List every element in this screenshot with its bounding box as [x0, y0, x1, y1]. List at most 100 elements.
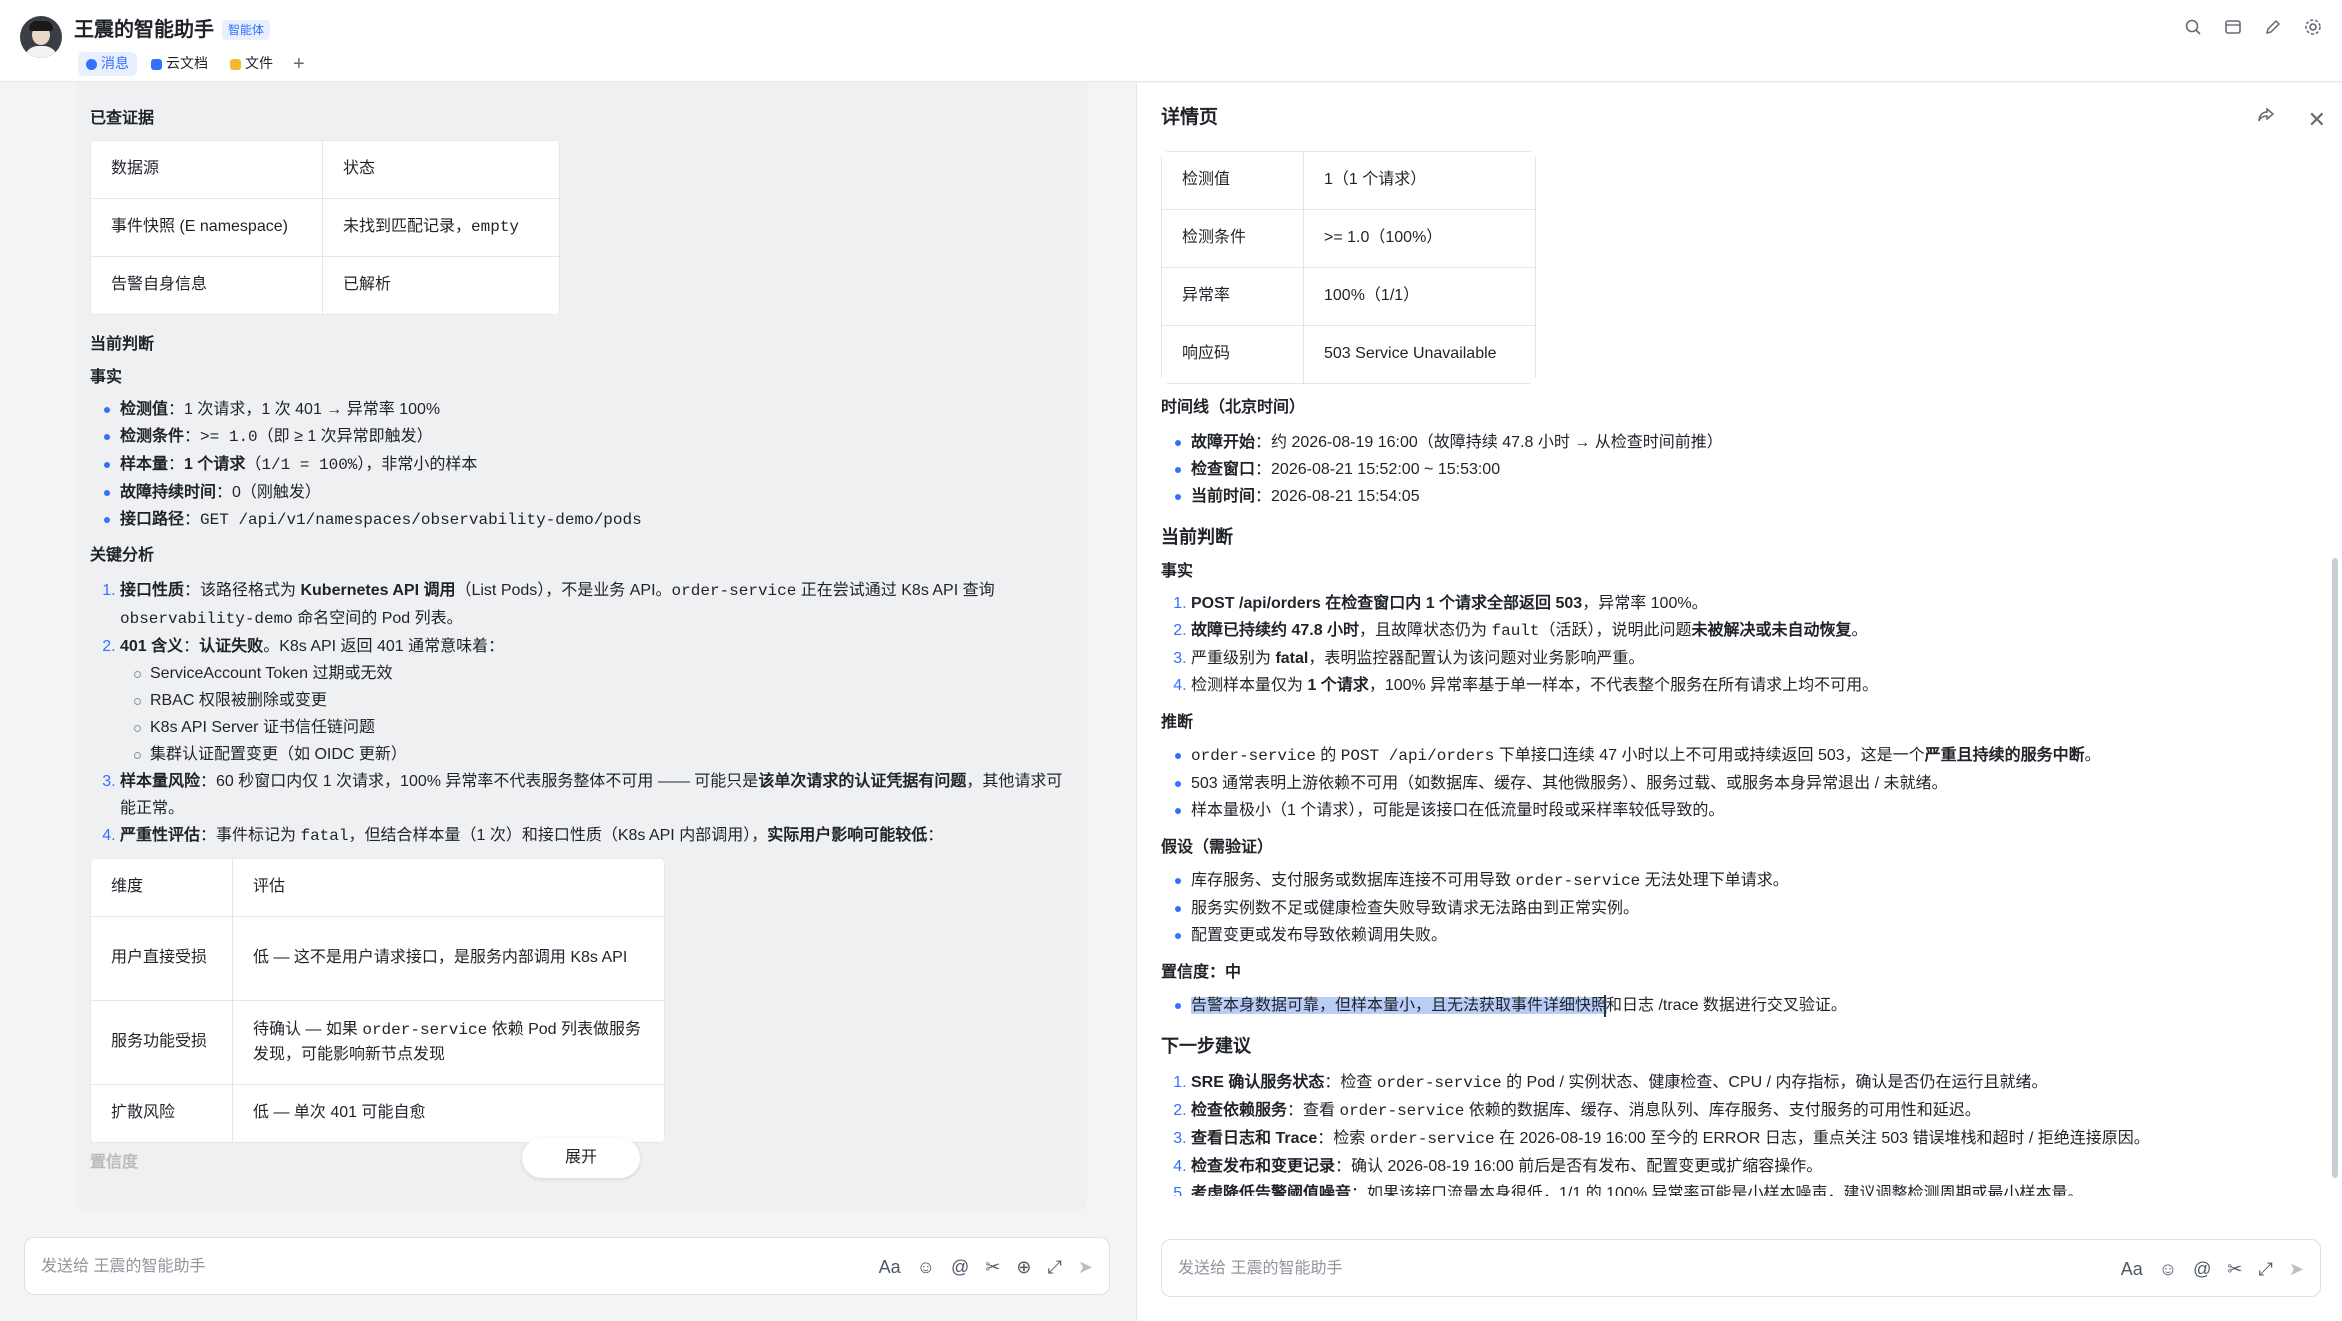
timeline-title: 时间线（北京时间） — [1161, 399, 1306, 416]
table-header-cell: 状态 — [322, 139, 560, 199]
table-header-cell: 数据源 — [90, 139, 323, 199]
tab-messages-label: 消息 — [101, 55, 129, 72]
emoji-icon[interactable]: ☺ — [2159, 1256, 2177, 1284]
detail-facts-list: POST /api/orders 在检查窗口内 1 个请求全部返回 503，异常… — [1161, 590, 2301, 699]
table-row: 服务功能受损 待确认 — 如果 order-service 依赖 Pod 列表做… — [90, 1000, 665, 1086]
detail-panel: 详情页 ✕ 检测值 1（1 个请求） 检测条件 >= 1.0（100%） 异常率 10… — [1136, 83, 2342, 1321]
composer-placeholder: 发送给 王震的智能助手 — [41, 1258, 206, 1275]
expand-icon[interactable]: ⤢ — [2259, 1256, 2273, 1284]
cell-text: 未找到匹配记录， — [343, 217, 472, 235]
table-cell: 事件快照 (E namespace) — [90, 197, 323, 257]
detail-title: 详情页 — [1161, 107, 1219, 128]
metric-table: 检测值 1（1 个请求） 检测条件 >= 1.0（100%） 异常率 100%（1/1… — [1161, 151, 1536, 384]
add-tab-button[interactable]: + — [287, 52, 311, 76]
table-cell: 503 Service Unavailable — [1303, 325, 1536, 384]
bot-message-card: 已查证据 数据源 状态 事件快照 (E namespace) 未找到匹配记录，e… — [76, 83, 1087, 1211]
detail-message-composer[interactable]: 发送给 王震的智能助手 Aa ☺ @ ✂ ⤢ ➤ — [1161, 1239, 2321, 1297]
list-item: SRE 确认服务状态：检查 order-service 的 Pod / 实例状态… — [1191, 1069, 2301, 1097]
folder-icon — [230, 58, 241, 70]
table-row: 事件快照 (E namespace) 未找到匹配记录，empty — [90, 197, 560, 257]
list-item: 检查发布和变更记录：确认 2026-08-19 16:00 前后是否有发布、配置… — [1191, 1153, 2301, 1180]
search-icon[interactable] — [2182, 16, 2204, 38]
edit-icon[interactable] — [2262, 16, 2284, 38]
table-cell: 扩散风险 — [90, 1084, 233, 1144]
tab-cloud-docs-label: 云文档 — [166, 55, 208, 72]
share-icon[interactable] — [2256, 105, 2276, 134]
composer-placeholder: 发送给 王震的智能助手 — [1178, 1260, 1343, 1277]
scissors-icon[interactable]: ✂ — [985, 1254, 1000, 1282]
table-row: 用户直接受损 低 — 这不是用户请求接口，是服务内部调用 K8s API — [90, 916, 665, 1002]
evidence-table: 数据源 状态 事件快照 (E namespace) 未找到匹配记录，empty … — [90, 139, 560, 315]
list-item: 考虑降低告警阈值噪音：如果该接口流量本身很低，1/1 的 100% 异常率可能是… — [1191, 1180, 2301, 1196]
table-row: 检测条件 >= 1.0（100%） — [1161, 209, 1536, 268]
table-cell: 服务功能受损 — [90, 1000, 233, 1086]
expand-icon[interactable]: ⤢ — [1048, 1254, 1062, 1282]
emoji-icon[interactable]: ☺ — [917, 1254, 935, 1282]
faded-confidence-label: 置信度 — [90, 1154, 139, 1171]
list-item: 查看日志和 Trace：检索 order-service 在 2026-08-1… — [1191, 1125, 2301, 1153]
table-cell: 低 — 单次 401 可能自愈 — [232, 1084, 665, 1144]
top-header: 王震的智能助手 智能体 消息 云文档 文件 + — [0, 0, 2342, 82]
inference-list: order-service 的 POST /api/orders 下单接口连续 … — [1161, 742, 2301, 824]
list-item: ServiceAccount Token 过期或无效 — [134, 660, 1073, 687]
table-cell: 已解析 — [322, 255, 560, 315]
table-row: 扩散风险 低 — 单次 401 可能自愈 — [90, 1084, 665, 1144]
list-item: 接口性质：该路径格式为 Kubernetes API 调用（List Pods）… — [120, 577, 1073, 633]
list-item: 503 通常表明上游依赖不可用（如数据库、缓存、其他微服务）、服务过载、或服务本… — [1175, 770, 2301, 797]
table-cell: 告警自身信息 — [90, 255, 323, 315]
chat-title: 王震的智能助手 — [74, 19, 214, 41]
list-item: 集群认证配置变更（如 OIDC 更新） — [134, 741, 1073, 768]
list-item: 库存服务、支付服务或数据库连接不可用导致 order-service 无法处理下… — [1175, 867, 2301, 895]
table-cell: 异常率 — [1161, 267, 1304, 326]
list-item: K8s API Server 证书信任链问题 — [134, 714, 1073, 741]
send-icon[interactable]: ➤ — [1078, 1254, 1093, 1282]
list-item: 接口路径：GET /api/v1/namespaces/observabilit… — [104, 506, 1073, 534]
tab-files-label: 文件 — [245, 55, 273, 72]
message-composer[interactable]: 发送给 王震的智能助手 Aa ☺ @ ✂ ⊕ ⤢ ➤ — [24, 1237, 1110, 1295]
list-item: order-service 的 POST /api/orders 下单接口连续 … — [1175, 742, 2301, 770]
table-row: 响应码 503 Service Unavailable — [1161, 325, 1536, 384]
list-item: 检查依赖服务：查看 order-service 依赖的数据库、缓存、消息队列、库… — [1191, 1097, 2301, 1125]
hypothesis-title: 假设（需验证） — [1161, 839, 1274, 857]
avatar[interactable] — [20, 16, 62, 58]
inference-title: 推断 — [1161, 714, 1194, 732]
chat-tabs: 消息 云文档 文件 + — [78, 52, 311, 76]
list-item: 样本量：1 个请求（1/1 = 100%），非常小的样本 — [104, 451, 1073, 479]
mention-icon[interactable]: @ — [951, 1254, 969, 1282]
scissors-icon[interactable]: ✂ — [2227, 1256, 2242, 1284]
doc-icon — [151, 58, 162, 70]
window-icon[interactable] — [2222, 16, 2244, 38]
list-item: 严重性评估：事件标记为 fatal，但结合样本量（1 次）和接口性质（K8s A… — [120, 822, 1073, 850]
text-format-icon[interactable]: Aa — [2121, 1256, 2143, 1284]
list-item: 检测样本量仅为 1 个请求，100% 异常率基于单一样本，不代表整个服务在所有请… — [1191, 672, 2301, 699]
list-item: 告警本身数据可靠，但样本量小，且无法获取事件详细快照和日志 /trace 数据进… — [1175, 992, 2301, 1019]
agent-badge: 智能体 — [222, 20, 271, 40]
add-circle-icon[interactable]: ⊕ — [1016, 1254, 1031, 1282]
send-icon[interactable]: ➤ — [2289, 1256, 2304, 1284]
detail-body: 检测值 1（1 个请求） 检测条件 >= 1.0（100%） 异常率 100%（1/1… — [1161, 151, 2301, 1196]
list-item: 配置变更或发布导致依赖调用失败。 — [1175, 922, 2301, 949]
next-steps-title: 下一步建议 — [1161, 1035, 1251, 1056]
close-icon[interactable]: ✕ — [2308, 103, 2326, 137]
tab-cloud-docs[interactable]: 云文档 — [143, 52, 216, 76]
list-item: 严重级别为 fatal，表明监控器配置认为该问题对业务影响严重。 — [1191, 645, 2301, 672]
list-item: 故障已持续约 47.8 小时，且故障状态仍为 fault（活跃），说明此问题未被… — [1191, 617, 2301, 645]
table-cell: 检测条件 — [1161, 209, 1304, 268]
expand-button[interactable]: 展开 — [522, 1138, 640, 1178]
settings-icon[interactable] — [2302, 16, 2324, 38]
mention-icon[interactable]: @ — [2193, 1256, 2211, 1284]
analysis-title: 关键分析 — [90, 547, 155, 565]
detail-facts-title: 事实 — [1161, 562, 1194, 580]
list-item: 样本量极小（1 个请求），可能是该接口在低流量时段或采样率较低导致的。 — [1175, 797, 2301, 824]
table-cell: 响应码 — [1161, 325, 1304, 384]
impact-table: 维度 评估 用户直接受损 低 — 这不是用户请求接口，是服务内部调用 K8s A… — [90, 858, 665, 1144]
selected-text[interactable]: 告警本身数据可靠，但样本量小，且无法获取事件详细快照 — [1191, 996, 1608, 1014]
table-cell: 100%（1/1） — [1303, 267, 1536, 326]
facts-title: 事实 — [90, 368, 123, 386]
scrollbar[interactable] — [2332, 558, 2338, 1178]
list-item: 检测条件：>= 1.0（即 ≥ 1 次异常即触发） — [104, 423, 1073, 451]
tab-files[interactable]: 文件 — [222, 52, 281, 76]
text-format-icon[interactable]: Aa — [879, 1254, 901, 1282]
table-cell: 检测值 — [1161, 151, 1304, 210]
tab-messages[interactable]: 消息 — [78, 52, 137, 76]
